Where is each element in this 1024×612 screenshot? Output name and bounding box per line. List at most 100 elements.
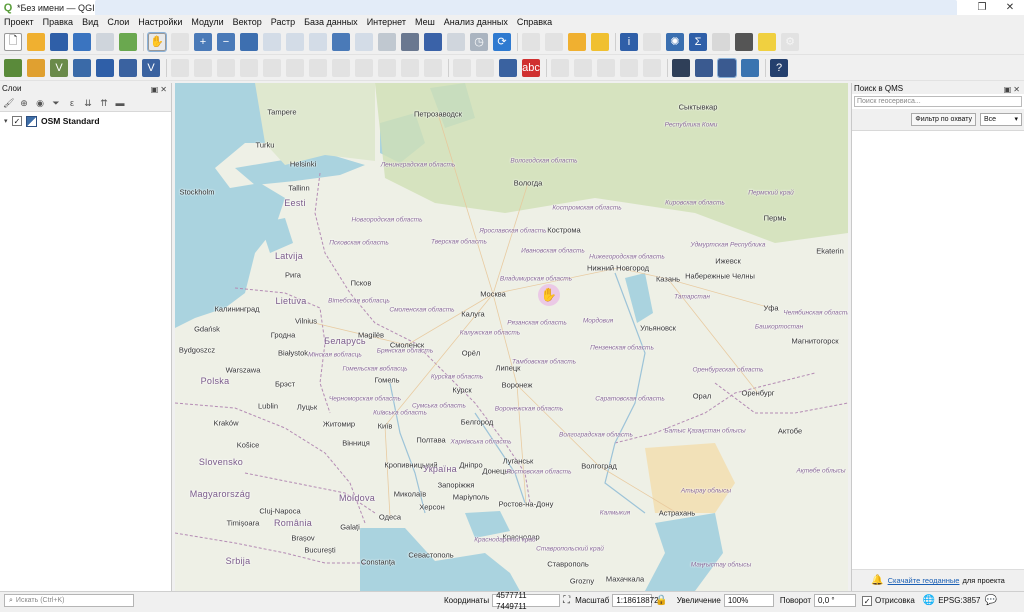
- delete-selected-icon[interactable]: [309, 58, 327, 77]
- menu-item-6[interactable]: Вектор: [233, 15, 262, 29]
- new-project-icon[interactable]: 🗋: [4, 32, 22, 51]
- menu-item-4[interactable]: Настройки: [138, 15, 182, 29]
- bookmark-icon[interactable]: [424, 32, 442, 51]
- undo-icon[interactable]: [401, 58, 419, 77]
- label-rotate-icon[interactable]: [574, 58, 592, 77]
- menu-item-11[interactable]: Анализ данных: [444, 15, 508, 29]
- data-source-manager-icon[interactable]: [4, 58, 22, 77]
- zoom-full-icon[interactable]: [240, 32, 258, 51]
- select-group-icon[interactable]: [545, 32, 563, 51]
- redo-icon[interactable]: [424, 58, 442, 77]
- zoom-in-icon[interactable]: +: [194, 32, 212, 51]
- expand-all-icon[interactable]: ⇊: [83, 98, 93, 108]
- qms-search-input[interactable]: Поиск геосервиса...: [854, 96, 1022, 107]
- menu-item-12[interactable]: Справка: [517, 15, 552, 29]
- attribute-table-icon[interactable]: [591, 32, 609, 51]
- menu-item-10[interactable]: Меш: [415, 15, 435, 29]
- refresh-icon[interactable]: ⟳: [493, 32, 511, 51]
- menu-item-9[interactable]: Интернет: [367, 15, 406, 29]
- save-project-icon[interactable]: [50, 32, 68, 51]
- remove-layer-icon[interactable]: ▬: [115, 98, 125, 108]
- new-map-view-icon[interactable]: [378, 32, 396, 51]
- lock-scale-icon[interactable]: 🔒: [655, 595, 667, 606]
- toggle-editing-icon[interactable]: [171, 58, 189, 77]
- messages-icon[interactable]: 💬: [984, 595, 996, 606]
- map-tips-icon[interactable]: [758, 32, 776, 51]
- add-vector-icon[interactable]: V: [50, 58, 68, 77]
- layer-item[interactable]: ▾ ✓ OSM Standard: [0, 114, 171, 128]
- extents-toggle-icon[interactable]: ⛶: [563, 595, 570, 606]
- toolbox-icon[interactable]: [712, 32, 730, 51]
- expand-arrow-icon[interactable]: ▾: [4, 117, 12, 125]
- save-edits-icon[interactable]: [217, 58, 235, 77]
- crs-label[interactable]: EPSG:3857: [938, 596, 980, 605]
- qms-active-icon[interactable]: [717, 57, 737, 78]
- qms-search-icon[interactable]: [695, 58, 713, 77]
- copy-icon[interactable]: [355, 58, 373, 77]
- digitize-icon[interactable]: [240, 58, 258, 77]
- paste-icon[interactable]: [378, 58, 396, 77]
- render-checkbox[interactable]: ✓: [862, 595, 873, 606]
- label-rule-icon[interactable]: [643, 58, 661, 77]
- menu-item-3[interactable]: Слои: [107, 15, 129, 29]
- gear-icon[interactable]: ⚙: [781, 32, 799, 51]
- zoom-last-icon[interactable]: [332, 32, 350, 51]
- zoom-out-icon[interactable]: −: [217, 32, 235, 51]
- measure-icon[interactable]: [735, 32, 753, 51]
- crs-globe-icon[interactable]: 🌐: [923, 595, 935, 606]
- menu-item-1[interactable]: Правка: [43, 15, 73, 29]
- label-icon[interactable]: [453, 58, 471, 77]
- label-move-icon[interactable]: [551, 58, 569, 77]
- current-edits-icon[interactable]: [194, 58, 212, 77]
- python-icon[interactable]: [741, 58, 759, 77]
- filter-legend-icon[interactable]: ⏷: [51, 98, 61, 108]
- panel-float-close-icons[interactable]: ▣✕: [151, 84, 169, 95]
- deselect-icon[interactable]: [568, 32, 586, 51]
- statistics-icon[interactable]: Σ: [689, 32, 707, 51]
- zoom-native-icon[interactable]: [309, 32, 327, 51]
- attribute-table-open-icon[interactable]: [643, 32, 661, 51]
- zoom-field[interactable]: 100%: [723, 594, 774, 607]
- download-geodata-link[interactable]: Скачайте геоданные: [888, 576, 960, 585]
- locator-search-input[interactable]: ⌕ Искать (Ctrl+K): [4, 594, 134, 607]
- close-window-button[interactable]: ✕: [996, 0, 1024, 15]
- print-layout-icon[interactable]: [96, 32, 114, 51]
- pan-icon[interactable]: ✋: [147, 31, 167, 52]
- filter-expression-icon[interactable]: ε: [67, 98, 77, 108]
- zoom-layer-icon[interactable]: [286, 32, 304, 51]
- label-pin-icon[interactable]: [476, 58, 494, 77]
- save-as-icon[interactable]: [73, 32, 91, 51]
- identify-icon[interactable]: i: [620, 32, 638, 51]
- field-calculator-icon[interactable]: ✺: [666, 32, 684, 51]
- rotation-field[interactable]: 0,0 °: [814, 594, 857, 607]
- menu-item-7[interactable]: Растр: [271, 15, 295, 29]
- quickmapservices-icon[interactable]: [672, 58, 690, 77]
- label-change-icon[interactable]: [597, 58, 615, 77]
- zoom-next-icon[interactable]: [355, 32, 373, 51]
- cut-icon[interactable]: [332, 58, 350, 77]
- scope-select[interactable]: Все ▾: [980, 113, 1022, 126]
- menu-item-2[interactable]: Вид: [82, 15, 98, 29]
- modify-attributes-icon[interactable]: [286, 58, 304, 77]
- add-wms-icon[interactable]: V: [142, 58, 160, 77]
- zoom-selection-icon[interactable]: [263, 32, 281, 51]
- add-raster-icon[interactable]: [119, 58, 137, 77]
- menu-item-8[interactable]: База данных: [304, 15, 358, 29]
- label-abc-icon[interactable]: abc: [522, 58, 540, 77]
- identify-group-icon[interactable]: [522, 32, 540, 51]
- panel-float-close-icons[interactable]: ▣✕: [1004, 84, 1022, 95]
- map-canvas[interactable]: Петрозаводск Сыктывкар Tampere Turku Helsink…: [175, 83, 848, 591]
- label-show-icon[interactable]: [620, 58, 638, 77]
- pan-to-selection-icon[interactable]: [171, 32, 189, 51]
- add-delimited-icon[interactable]: [73, 58, 91, 77]
- open-project-icon[interactable]: [27, 32, 45, 51]
- menu-item-0[interactable]: Проект: [4, 15, 34, 29]
- vertex-tool-icon[interactable]: [263, 58, 281, 77]
- temporal-icon[interactable]: ◷: [470, 32, 488, 51]
- style-manager-icon[interactable]: [119, 32, 137, 51]
- manage-themes-icon[interactable]: ◉: [35, 98, 45, 108]
- restore-window-button[interactable]: ❐: [968, 0, 996, 15]
- menu-item-5[interactable]: Модули: [191, 15, 223, 29]
- layer-visibility-checkbox[interactable]: ✓: [12, 116, 22, 126]
- label-highlight-icon[interactable]: [499, 58, 517, 77]
